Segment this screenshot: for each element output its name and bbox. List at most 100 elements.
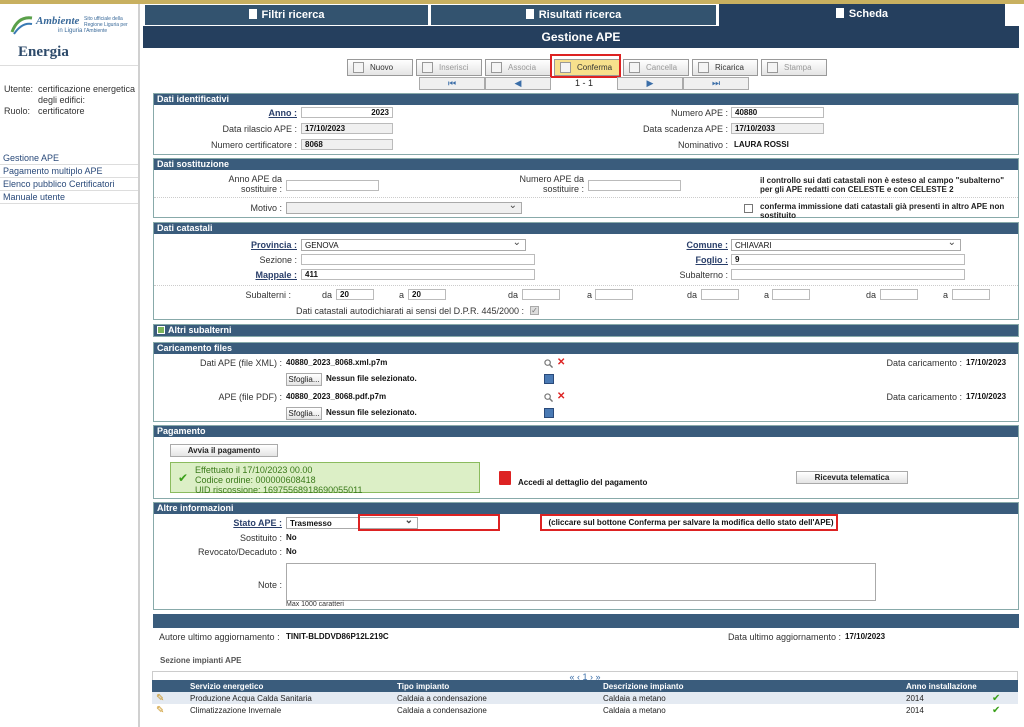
- conferma-catastali-checkbox[interactable]: [744, 204, 753, 213]
- comune-select[interactable]: CHIAVARI: [731, 237, 961, 251]
- stampa-button[interactable]: Stampa: [761, 59, 827, 76]
- tab-label: Risultati ricerca: [538, 9, 622, 21]
- data-aggiornamento-value: 17/10/2023: [845, 632, 886, 641]
- comune-label: Comune :: [686, 240, 729, 250]
- numero-ape-field[interactable]: 40880: [731, 107, 824, 118]
- pdf-icon[interactable]: [499, 471, 511, 485]
- section-altri-subalterni[interactable]: Altri subalterni: [153, 324, 1019, 337]
- data-rilascio-label: Data rilascio APE :: [222, 124, 297, 134]
- table-row[interactable]: ✎ Climatizzazione Invernale Caldaia a co…: [152, 704, 1018, 716]
- section-header: Dati identificativi: [154, 94, 1018, 105]
- mappale-label: Mappale :: [255, 270, 297, 280]
- avvia-pagamento-button[interactable]: Avvia il pagamento: [170, 444, 278, 457]
- conferma-button[interactable]: Conferma: [554, 59, 620, 76]
- provincia-select[interactable]: GENOVA: [301, 237, 526, 251]
- main-content: Filtri ricerca Risultati ricerca Scheda …: [143, 4, 1019, 727]
- impianti-title: Sezione impianti APE: [160, 656, 242, 665]
- sidebar-item-gestione-ape[interactable]: Gestione APE: [0, 152, 138, 165]
- column-header-anno: Anno installazione: [902, 680, 988, 692]
- table-header-row: Servizio energetico Tipo impianto Descri…: [152, 680, 1018, 692]
- pdf-no-file-label: Nessun file selezionato.: [326, 408, 417, 417]
- sub-da-field-4[interactable]: [880, 289, 918, 300]
- data-caricamento-xml-label: Data caricamento :: [886, 358, 962, 368]
- edit-pencil-icon[interactable]: ✎: [152, 692, 186, 704]
- autodichiarati-checkbox[interactable]: ✓: [530, 306, 539, 315]
- note-textarea[interactable]: [286, 563, 876, 601]
- subalterno-field[interactable]: [731, 269, 965, 280]
- upload-xml-icon[interactable]: [544, 374, 554, 384]
- data-caricamento-pdf-label: Data caricamento :: [886, 392, 962, 402]
- conferma-hint: (cliccare sul bottone Conferma per salva…: [548, 518, 834, 527]
- sfoglia-pdf-button[interactable]: Sfoglia...: [286, 407, 322, 420]
- mappale-field[interactable]: 411: [301, 269, 535, 280]
- divider: [154, 197, 1018, 198]
- motivo-select[interactable]: [286, 200, 522, 214]
- sub-da-field-1[interactable]: 20: [336, 289, 374, 300]
- sezione-field[interactable]: [301, 254, 535, 265]
- altri-subalterni-header[interactable]: Altri subalterni: [154, 325, 1018, 336]
- sidebar-item-pagamento-multiplo[interactable]: Pagamento multiplo APE: [0, 165, 138, 178]
- inserisci-button[interactable]: Inserisci: [416, 59, 482, 76]
- table-row[interactable]: ✎ Produzione Acqua Calda Sanitaria Calda…: [152, 692, 1018, 704]
- logo-swirl-icon: [10, 16, 33, 35]
- view-xml-icon[interactable]: [544, 359, 553, 368]
- anno-cell: 2014: [906, 705, 924, 715]
- sub-da-field-2[interactable]: [522, 289, 560, 300]
- cancella-label: Cancella: [646, 63, 678, 72]
- sub-da-field-3[interactable]: [701, 289, 739, 300]
- sidebar-item-elenco-certificatori[interactable]: Elenco pubblico Certificatori: [0, 178, 138, 191]
- inserisci-label: Inserisci: [439, 63, 469, 72]
- data-rilascio-field[interactable]: 17/10/2023: [301, 123, 393, 134]
- ricevuta-telematica-button[interactable]: Ricevuta telematica: [796, 471, 908, 484]
- sub-a-field-2[interactable]: [595, 289, 633, 300]
- column-header-descrizione: Descrizione impianto: [599, 680, 902, 692]
- sub-a-field-1[interactable]: 20: [408, 289, 446, 300]
- sfoglia-xml-button[interactable]: Sfoglia...: [286, 373, 322, 386]
- first-record-button[interactable]: ⏮: [419, 77, 485, 90]
- dettaglio-pagamento-link[interactable]: Accedi al dettaglio del pagamento: [518, 477, 647, 489]
- numero-certificatore-field[interactable]: 8068: [301, 139, 393, 150]
- data-scadenza-field[interactable]: 17/10/2033: [731, 123, 824, 134]
- section-dati-identificativi: Dati identificativi Anno : 2023 Numero A…: [153, 93, 1019, 155]
- xml-label: Dati APE (file XML) :: [199, 358, 282, 368]
- tab-risultati-ricerca[interactable]: Risultati ricerca: [431, 5, 716, 25]
- note-label: Note :: [257, 580, 282, 590]
- status-column-header: [988, 680, 1018, 692]
- new-document-icon: [353, 62, 364, 73]
- reload-icon: [698, 62, 709, 73]
- foglio-field[interactable]: 9: [731, 254, 965, 265]
- data-caricamento-pdf-value: 17/10/2023: [966, 392, 1007, 401]
- anno-field[interactable]: 2023: [301, 107, 393, 118]
- tipo-cell: Caldaia a condensazione: [393, 692, 599, 704]
- ambiente-liguria-logo[interactable]: Ambiente in Liguria Sito ufficiale della…: [6, 12, 136, 40]
- ricarica-button[interactable]: Ricarica: [692, 59, 758, 76]
- foglio-label: Foglio :: [695, 255, 729, 265]
- view-pdf-icon[interactable]: [544, 393, 553, 402]
- tab-filtri-ricerca[interactable]: Filtri ricerca: [145, 5, 428, 25]
- sub-a-label-4: a: [942, 290, 948, 300]
- edit-pencil-icon[interactable]: ✎: [152, 704, 186, 716]
- nuovo-button[interactable]: Nuovo: [347, 59, 413, 76]
- numero-sostituire-field[interactable]: [588, 180, 681, 191]
- anno-sostituire-field[interactable]: [286, 180, 379, 191]
- check-icon: ✔: [992, 704, 1001, 716]
- sub-a-field-3[interactable]: [772, 289, 810, 300]
- associa-button[interactable]: Associa: [485, 59, 551, 76]
- prev-record-button[interactable]: ◀: [485, 77, 551, 90]
- numero-sostituire-label: Numero APE da sostituire :: [519, 174, 584, 194]
- stato-ape-select[interactable]: Trasmesso: [286, 515, 418, 529]
- sub-a-field-4[interactable]: [952, 289, 990, 300]
- sub-a-label-2: a: [586, 290, 592, 300]
- cancella-button[interactable]: Cancella: [623, 59, 689, 76]
- edit-column-header: [152, 680, 186, 692]
- upload-pdf-icon[interactable]: [544, 408, 554, 418]
- save-icon: [560, 62, 571, 73]
- sidebar-item-manuale-utente[interactable]: Manuale utente: [0, 191, 138, 204]
- tab-label: Scheda: [848, 8, 889, 20]
- tab-scheda[interactable]: Scheda: [719, 4, 1005, 26]
- delete-pdf-icon[interactable]: ✕: [557, 392, 566, 402]
- last-record-button[interactable]: ⏭: [683, 77, 749, 90]
- delete-xml-icon[interactable]: ✕: [557, 358, 566, 368]
- next-record-button[interactable]: ▶: [617, 77, 683, 90]
- section-spacer-bar: [153, 614, 1019, 628]
